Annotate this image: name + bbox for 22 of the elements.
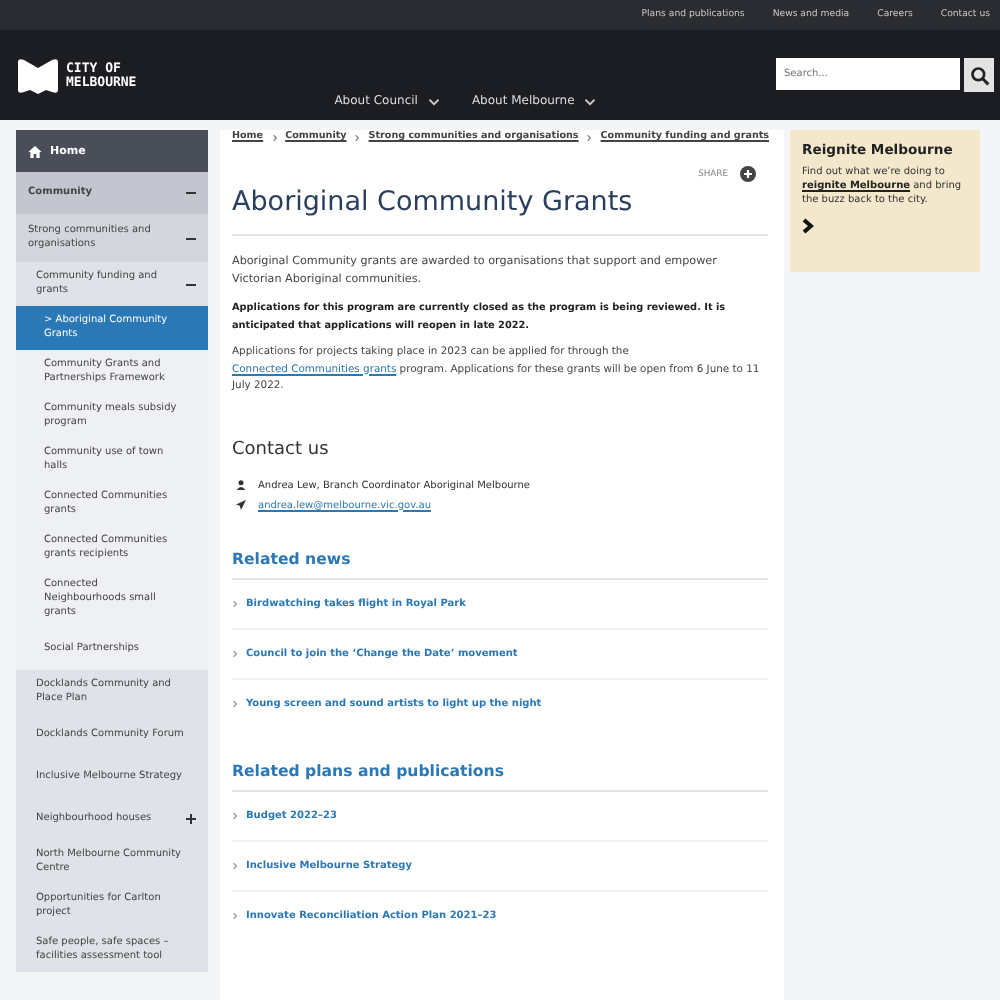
person-icon [236,480,246,490]
expand-icon[interactable] [186,814,196,824]
home-icon [28,145,42,157]
caret-icon [584,97,597,105]
breadcrumb-separator-icon [271,133,278,141]
search-icon [969,65,989,85]
chevron-icon[interactable] [802,218,814,234]
chevron-icon [232,811,238,819]
chevron-icon [232,599,238,607]
breadcrumb-separator-icon [586,133,593,141]
section-heading: Contact us [232,439,331,459]
chevron-icon [232,699,238,707]
plus-icon [740,166,756,182]
caret-icon [427,97,440,105]
page-title: Aboriginal Community Grants [232,186,635,218]
search-button[interactable] [964,58,994,92]
send-icon [236,500,246,510]
breadcrumb-separator-icon [354,133,361,141]
chevron-icon [232,861,238,869]
logo-icon[interactable] [16,57,60,93]
chevron-icon [232,649,238,657]
chevron-icon [232,911,238,919]
